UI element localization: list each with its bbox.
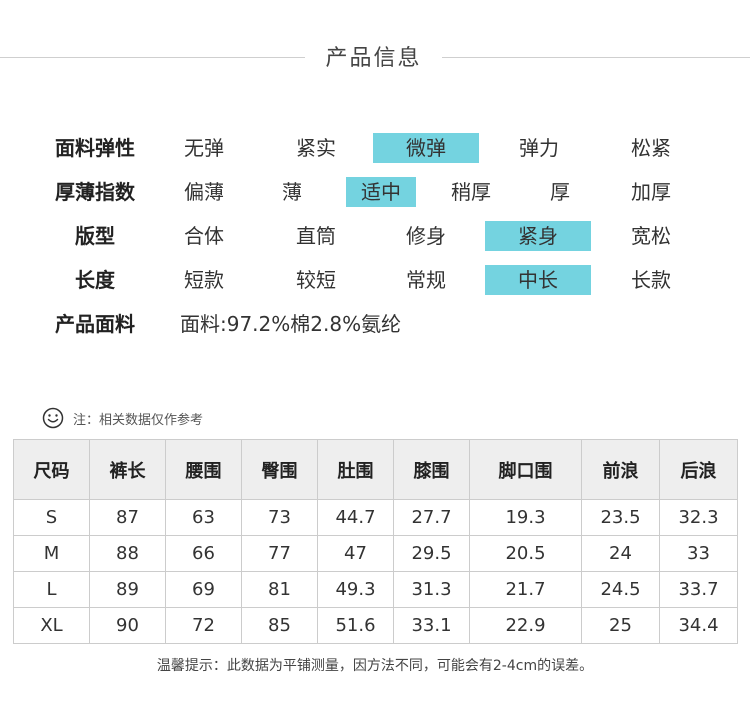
size-table: 尺码 裤长 腰围 臀围 肚围 膝围 脚口围 前浪 后浪 S 87 63 73 44.7 2… xyxy=(13,439,738,644)
table-cell: 19.3 xyxy=(469,499,582,536)
table-cell: 44.7 xyxy=(317,499,394,536)
fabric-composition: 面料:97.2%棉2.8%氨纶 xyxy=(180,312,402,336)
table-cell: 33.1 xyxy=(393,607,470,644)
attribute-option: 较短 xyxy=(296,268,336,292)
header-cell: 裤长 xyxy=(89,439,166,500)
table-cell: L xyxy=(13,571,90,608)
header-cell: 尺码 xyxy=(13,439,90,500)
table-cell: 72 xyxy=(165,607,242,644)
table-cell: 47 xyxy=(317,535,394,572)
table-cell: 23.5 xyxy=(581,499,660,536)
header-cell: 腰围 xyxy=(165,439,242,500)
attribute-option: 短款 xyxy=(184,268,224,292)
table-cell: 51.6 xyxy=(317,607,394,644)
attribute-label: 版型 xyxy=(75,224,115,248)
table-cell: 69 xyxy=(165,571,242,608)
table-cell: S xyxy=(13,499,90,536)
fabric-label: 产品面料 xyxy=(55,312,135,336)
header-cell: 臀围 xyxy=(241,439,318,500)
attribute-option-selected: 中长 xyxy=(485,265,591,295)
table-cell: 24.5 xyxy=(581,571,660,608)
attribute-label: 长度 xyxy=(75,268,115,292)
table-cell: M xyxy=(13,535,90,572)
section-title: 产品信息 xyxy=(325,46,422,71)
header-cell: 后浪 xyxy=(659,439,738,500)
table-cell: 85 xyxy=(241,607,318,644)
attribute-option-selected: 适中 xyxy=(346,177,416,207)
table-cell: 20.5 xyxy=(469,535,582,572)
attribute-option: 薄 xyxy=(282,180,302,204)
table-row: XL 90 72 85 51.6 33.1 22.9 25 34.4 xyxy=(13,607,738,644)
table-cell: 88 xyxy=(89,535,166,572)
attribute-option: 偏薄 xyxy=(184,180,224,204)
attribute-option: 稍厚 xyxy=(451,180,491,204)
attribute-option: 弹力 xyxy=(519,136,559,160)
smile-icon xyxy=(42,407,64,429)
attribute-option: 宽松 xyxy=(631,224,671,248)
table-row: M 88 66 77 47 29.5 20.5 24 33 xyxy=(13,535,738,572)
header-cell: 膝围 xyxy=(393,439,470,500)
table-cell: 81 xyxy=(241,571,318,608)
fabric-row: 产品面料 面料:97.2%棉2.8%氨纶 xyxy=(0,306,750,342)
table-cell: 73 xyxy=(241,499,318,536)
attribute-option-selected: 紧身 xyxy=(485,221,591,251)
table-cell: XL xyxy=(13,607,90,644)
table-cell: 63 xyxy=(165,499,242,536)
header-divider-right xyxy=(442,57,750,58)
table-cell: 34.4 xyxy=(659,607,738,644)
product-info-page: 产品信息 面料弹性 无弹 紧实 微弹 弹力 松紧厚薄指数 偏薄 薄 适中 稍厚 厚 加厚版型 合体 直筒 修… xyxy=(0,0,750,701)
header-divider-left xyxy=(0,57,305,58)
table-header-row: 尺码 裤长 腰围 臀围 肚围 膝围 脚口围 前浪 后浪 xyxy=(13,439,738,500)
attribute-option: 直筒 xyxy=(296,224,336,248)
table-row: L 89 69 81 49.3 31.3 21.7 24.5 33.7 xyxy=(13,571,738,608)
attribute-row: 长度 短款 较短 常规 中长 长款 xyxy=(0,262,750,298)
table-cell: 66 xyxy=(165,535,242,572)
table-cell: 87 xyxy=(89,499,166,536)
attribute-option: 加厚 xyxy=(631,180,671,204)
attribute-label: 厚薄指数 xyxy=(55,180,135,204)
attribute-option: 合体 xyxy=(184,224,224,248)
attribute-option: 紧实 xyxy=(296,136,336,160)
attribute-option: 松紧 xyxy=(631,136,671,160)
attribute-option: 无弹 xyxy=(184,136,224,160)
table-cell: 24 xyxy=(581,535,660,572)
table-cell: 32.3 xyxy=(659,499,738,536)
attribute-row: 版型 合体 直筒 修身 紧身 宽松 xyxy=(0,218,750,254)
table-cell: 27.7 xyxy=(393,499,470,536)
header-cell: 脚口围 xyxy=(469,439,582,500)
reference-note: 注：相关数据仅作参考 xyxy=(42,406,203,430)
table-cell: 22.9 xyxy=(469,607,582,644)
table-cell: 29.5 xyxy=(393,535,470,572)
header-cell: 前浪 xyxy=(581,439,660,500)
attribute-label: 面料弹性 xyxy=(55,136,135,160)
table-cell: 49.3 xyxy=(317,571,394,608)
note-text: 注：相关数据仅作参考 xyxy=(73,412,204,428)
attribute-row: 厚薄指数 偏薄 薄 适中 稍厚 厚 加厚 xyxy=(0,174,750,210)
attribute-row: 面料弹性 无弹 紧实 微弹 弹力 松紧 xyxy=(0,130,750,166)
attribute-option-selected: 微弹 xyxy=(373,133,479,163)
table-cell: 90 xyxy=(89,607,166,644)
table-row: S 87 63 73 44.7 27.7 19.3 23.5 32.3 xyxy=(13,499,738,536)
table-cell: 21.7 xyxy=(469,571,582,608)
measurement-tip: 温馨提示：此数据为平铺测量，因方法不同，可能会有2-4cm的误差。 xyxy=(156,658,594,674)
table-cell: 77 xyxy=(241,535,318,572)
table-cell: 89 xyxy=(89,571,166,608)
attribute-option: 常规 xyxy=(406,268,446,292)
table-cell: 25 xyxy=(581,607,660,644)
table-cell: 33.7 xyxy=(659,571,738,608)
table-cell: 33 xyxy=(659,535,738,572)
attribute-option: 修身 xyxy=(406,224,446,248)
table-cell: 31.3 xyxy=(393,571,470,608)
header-cell: 肚围 xyxy=(317,439,394,500)
attribute-option: 长款 xyxy=(631,268,671,292)
attribute-option: 厚 xyxy=(550,180,570,204)
